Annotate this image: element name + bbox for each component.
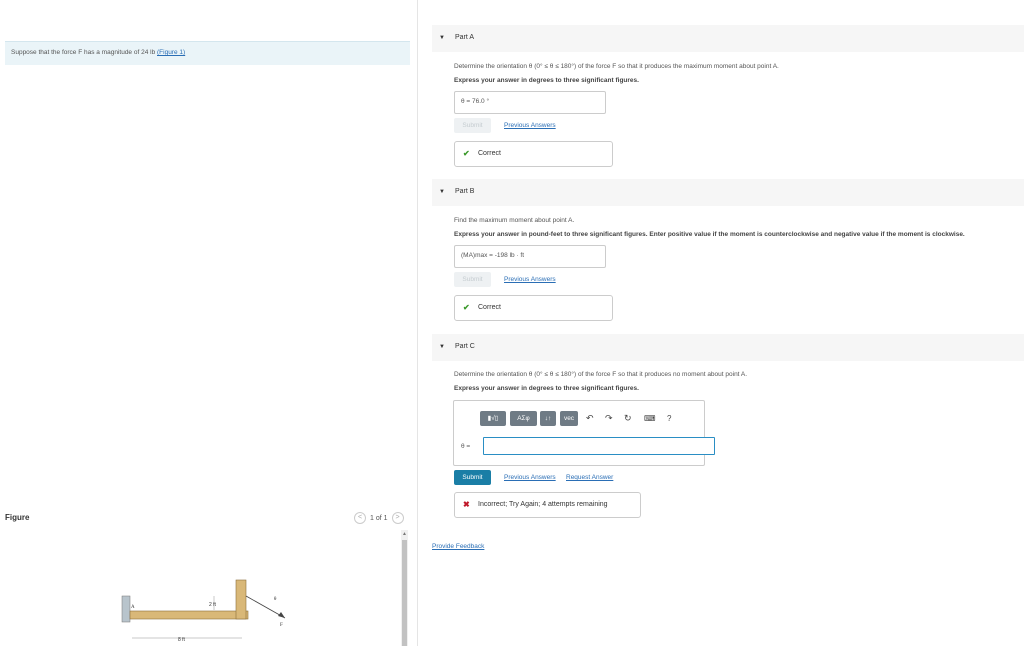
arrows-button[interactable]: ↓↑ <box>540 411 556 426</box>
x-mark-icon: ✖ <box>463 500 470 509</box>
scrollbar-thumb[interactable] <box>402 540 407 646</box>
force-f-label: F <box>280 623 283 628</box>
part-b-previous-answers[interactable]: Previous Answers <box>504 276 556 283</box>
dim-2ft: 2 ft <box>209 602 217 608</box>
reset-icon[interactable]: ↻ <box>624 411 632 426</box>
part-a-question: Determine the orientation θ (0° ≤ θ ≤ 18… <box>454 63 779 70</box>
part-c-question: Determine the orientation θ (0° ≤ θ ≤ 18… <box>454 371 748 378</box>
math-editor: ▮√▯ ΑΣφ ↓↑ vec ↶ ↷ ↻ ⌨ ? θ = <box>453 400 715 466</box>
part-b-question: Find the maximum moment about point A. <box>454 217 575 224</box>
help-icon[interactable]: ? <box>667 411 671 426</box>
figure-label: Figure <box>5 513 30 522</box>
part-b-header[interactable]: ▼ Part B <box>432 179 1024 206</box>
part-b-submit-button[interactable]: Submit <box>454 272 491 287</box>
pager-text: 1 of 1 <box>370 514 388 522</box>
figure-diagram: A 2 ft 8 ft F θ <box>118 574 298 648</box>
collapse-triangle-icon: ▼ <box>439 35 445 41</box>
part-b-instruction: Express your answer in pound-feet to thr… <box>454 231 965 238</box>
part-a-status: ✔ Correct <box>454 141 613 167</box>
redo-icon[interactable]: ↷ <box>605 411 613 426</box>
part-a-header[interactable]: ▼ Part A <box>432 25 1024 52</box>
problem-text: Suppose that the force F has a magnitude… <box>11 49 156 56</box>
right-pane: ▼ Part A Determine the orientation θ (0°… <box>418 0 1024 646</box>
theta-input-label: θ = <box>461 443 471 450</box>
figure-pager: < 1 of 1 > <box>354 512 404 524</box>
part-c-submit-button[interactable]: Submit <box>454 470 491 485</box>
left-pane: Suppose that the force F has a magnitude… <box>0 0 418 646</box>
undo-icon[interactable]: ↶ <box>586 411 594 426</box>
part-a-answer-value: θ = 76.0 ° <box>461 98 490 105</box>
part-a-title: Part A <box>455 34 475 41</box>
part-b-status-text: Correct <box>478 304 501 311</box>
part-a-instruction: Express your answer in degrees to three … <box>454 77 639 84</box>
part-c-instruction: Express your answer in degrees to three … <box>454 385 639 392</box>
dim-8ft: 8 ft <box>178 637 186 643</box>
part-b-title: Part B <box>455 188 475 195</box>
part-c-header[interactable]: ▼ Part C <box>432 334 1024 361</box>
collapse-triangle-icon: ▼ <box>439 189 445 195</box>
figure-link[interactable]: (Figure 1) <box>157 49 185 56</box>
theta-answer-input[interactable] <box>483 437 715 455</box>
part-a-answer: θ = 76.0 ° <box>454 91 606 114</box>
part-c-previous-answers[interactable]: Previous Answers <box>504 474 556 481</box>
request-answer-link[interactable]: Request Answer <box>566 474 613 481</box>
part-c-status-text: Incorrect; Try Again; 4 attempts remaini… <box>478 501 608 508</box>
part-a-submit-button[interactable]: Submit <box>454 118 491 133</box>
part-b-answer-value: (MA)max = -198 lb · ft <box>461 252 525 259</box>
part-c-title: Part C <box>455 343 475 350</box>
chevron-right-icon[interactable]: > <box>391 512 404 524</box>
greek-button[interactable]: ΑΣφ <box>510 411 537 426</box>
part-b-answer: (MA)max = -198 lb · ft <box>454 245 606 268</box>
part-b-status: ✔ Correct <box>454 295 613 321</box>
collapse-triangle-icon: ▼ <box>439 344 445 350</box>
chevron-left-icon[interactable]: < <box>354 512 366 524</box>
part-a-status-text: Correct <box>478 150 501 157</box>
figure-scrollbar[interactable]: ▲ <box>401 530 408 646</box>
scroll-up-icon[interactable]: ▲ <box>402 531 407 537</box>
part-a-previous-answers[interactable]: Previous Answers <box>504 122 556 129</box>
provide-feedback-link[interactable]: Provide Feedback <box>432 543 484 550</box>
theta-label: θ <box>274 597 277 602</box>
keyboard-icon[interactable]: ⌨ <box>644 411 656 426</box>
vec-button[interactable]: vec <box>560 411 578 426</box>
point-a-label: A <box>131 605 135 610</box>
templates-button[interactable]: ▮√▯ <box>480 411 506 426</box>
checkmark-icon: ✔ <box>463 149 470 158</box>
checkmark-icon: ✔ <box>463 303 470 312</box>
problem-statement: Suppose that the force F has a magnitude… <box>5 41 410 65</box>
part-c-status: ✖ Incorrect; Try Again; 4 attempts remai… <box>454 492 641 518</box>
